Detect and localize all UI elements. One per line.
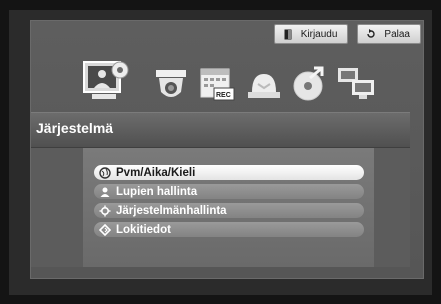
menu-item-label: Lokitiedot	[116, 223, 171, 236]
top-buttons: Kirjaudu Palaa	[273, 24, 421, 44]
panel-left-margin	[31, 148, 83, 267]
panel-right-margin	[374, 148, 410, 267]
network-icon[interactable]	[336, 64, 378, 109]
record-calendar-icon[interactable]: REC	[198, 66, 238, 109]
main-menu-icons: REC	[82, 58, 402, 106]
back-button[interactable]: Palaa	[357, 24, 421, 44]
menu-item-permission-management[interactable]: Lupien hallinta	[94, 184, 364, 199]
user-icon	[94, 186, 116, 198]
gear-icon	[94, 205, 116, 217]
svg-text:REC: REC	[216, 92, 231, 99]
back-label: Palaa	[384, 28, 410, 40]
menu-item-label: Järjestelmänhallinta	[116, 204, 227, 217]
menu-item-date-time-language[interactable]: Pvm/Aika/Kieli	[94, 165, 364, 180]
menu-item-system-management[interactable]: Järjestelmänhallinta	[94, 203, 364, 218]
camera-icon[interactable]	[152, 68, 192, 109]
login-label: Kirjaudu	[300, 28, 338, 40]
submenu-list: Pvm/Aika/Kieli Lupien hallinta Järjestel…	[94, 165, 364, 241]
login-button[interactable]: Kirjaudu	[273, 24, 349, 44]
menu-item-label: Pvm/Aika/Kieli	[116, 166, 196, 179]
back-icon	[366, 28, 376, 40]
menu-item-log-information[interactable]: Lokitiedot	[94, 222, 364, 237]
section-title: Järjestelmä	[36, 120, 114, 136]
system-setup-icon[interactable]	[82, 58, 130, 111]
event-alarm-icon[interactable]	[244, 68, 284, 109]
menu-item-label: Lupien hallinta	[116, 185, 198, 198]
login-icon	[283, 28, 293, 40]
backup-disc-icon[interactable]	[288, 64, 330, 109]
log-icon	[94, 223, 116, 236]
globe-icon	[94, 166, 116, 179]
